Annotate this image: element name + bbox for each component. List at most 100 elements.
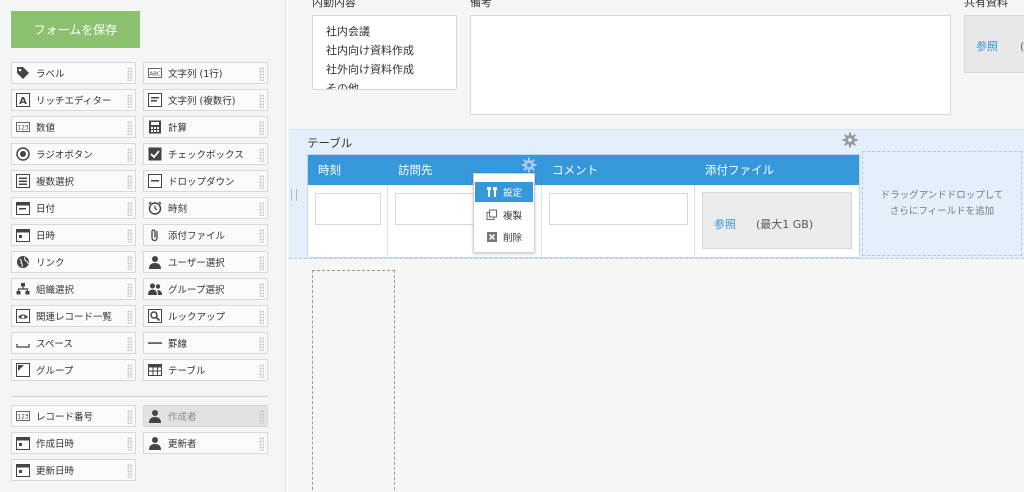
- drag-grip-icon: [259, 256, 264, 270]
- palette-item-multi-select[interactable]: 複数選択: [11, 170, 136, 192]
- naiyo-option[interactable]: 社外向け資料作成: [326, 60, 456, 79]
- naiyo-option[interactable]: 社内会議: [326, 22, 456, 41]
- drag-grip-icon: [259, 229, 264, 243]
- drag-grip-icon: [259, 121, 264, 135]
- naiyo-option[interactable]: その他: [326, 79, 456, 89]
- palette-item-label: 添付ファイル: [168, 231, 226, 242]
- jikoku-input[interactable]: [315, 193, 381, 225]
- palette-item-label: ラジオボタン: [36, 150, 93, 161]
- column-header-attachment[interactable]: 添付ファイル: [695, 155, 859, 185]
- palette-item-group[interactable]: グループ選択: [143, 278, 268, 300]
- palette-divider: [11, 396, 268, 397]
- tag-icon: [16, 66, 30, 80]
- palette-item-calculator[interactable]: 計算: [143, 116, 268, 138]
- palette-item-label: 計算: [168, 123, 188, 134]
- table-dropzone[interactable]: ドラッグアンドドロップして さらにフィールドを追加: [862, 151, 1022, 256]
- palette-item-label: 罫線: [168, 339, 188, 350]
- comment-input[interactable]: [549, 193, 688, 225]
- palette-item-label: 組織選択: [36, 285, 75, 296]
- palette-item-paperclip[interactable]: 添付ファイル: [143, 224, 268, 246]
- palette-item-radio[interactable]: ラジオボタン: [11, 143, 136, 165]
- palette-item-lookup[interactable]: ルックアップ: [143, 305, 268, 327]
- menu-item-label: 設定: [503, 188, 523, 199]
- palette-item-line[interactable]: 罫線: [143, 332, 268, 354]
- palette-item-space[interactable]: スペース: [11, 332, 136, 354]
- column-divider: [541, 185, 542, 257]
- table-field[interactable]: テーブル 時刻 訪問先 コメント 添付ファイル 参照 (最大1 GB) ドラッグ…: [289, 129, 1024, 259]
- palette-item-org[interactable]: 組織選択: [11, 278, 136, 300]
- palette-item-number-123[interactable]: 123 数値: [11, 116, 136, 138]
- menu-item-duplicate[interactable]: 複製: [475, 205, 533, 225]
- menu-item-settings[interactable]: 設定: [475, 182, 533, 202]
- multiline-text-icon: [148, 93, 162, 107]
- drag-grip-icon: [259, 437, 264, 451]
- drag-grip-icon: [127, 256, 132, 270]
- drag-grip-icon: [127, 310, 132, 324]
- menu-item-label: 削除: [503, 233, 523, 244]
- palette-item-user[interactable]: 更新者: [143, 432, 268, 454]
- drag-grip-icon: [127, 148, 132, 162]
- form-canvas: 内勤内容 社内会議 社内向け資料作成 社外向け資料作成 その他 備考 共有資料 …: [287, 0, 1024, 492]
- lookup-icon: [148, 309, 162, 323]
- drag-grip-icon: [127, 464, 132, 478]
- palette-item-rich-editor[interactable]: A リッチエディター: [11, 89, 136, 111]
- drag-grip-icon: [259, 67, 264, 81]
- palette-item-eye[interactable]: 関連レコード一覧: [11, 305, 136, 327]
- user-icon: [148, 436, 162, 450]
- palette-item-dropdown[interactable]: ドロップダウン: [143, 170, 268, 192]
- multi-select-icon: [16, 174, 30, 188]
- attachment-browse-link[interactable]: 参照: [714, 216, 736, 232]
- dropzone-text: さらにフィールドを追加: [889, 205, 995, 217]
- empty-drop-placeholder[interactable]: [312, 270, 395, 492]
- palette-item-label: ユーザー選択: [168, 258, 225, 269]
- attachment-cell: 参照 (最大1 GB): [702, 192, 852, 249]
- palette-item-group-field[interactable]: グループ: [11, 359, 136, 381]
- palette-item-datetime[interactable]: 日時: [11, 224, 136, 246]
- attachment-size-limit: (最大1 GB): [756, 218, 814, 231]
- palette-item-text-abc[interactable]: ABC 文字列 (1行): [143, 62, 268, 84]
- palette-item-table[interactable]: テーブル: [143, 359, 268, 381]
- palette-item-globe[interactable]: リンク: [11, 251, 136, 273]
- menu-item-delete[interactable]: 削除: [475, 227, 533, 247]
- palette-item-datetime[interactable]: 作成日時: [11, 432, 136, 454]
- tools-icon: [486, 186, 498, 198]
- table-gear-icon[interactable]: [842, 132, 858, 151]
- subtable: 時刻 訪問先 コメント 添付ファイル 参照 (最大1 GB): [307, 154, 860, 258]
- palette-item-tag[interactable]: ラベル: [11, 62, 136, 84]
- field-label-kyoyu: 共有資料: [964, 0, 1008, 9]
- palette-item-date[interactable]: 日付: [11, 197, 136, 219]
- palette-item-clock[interactable]: 時刻: [143, 197, 268, 219]
- drag-grip-icon: [127, 229, 132, 243]
- palette-item-label: 関連レコード一覧: [36, 312, 113, 323]
- rich-editor-icon: A: [16, 93, 30, 107]
- palette-item-label: 数値: [36, 123, 56, 134]
- naiyo-multiselect[interactable]: 社内会議 社内向け資料作成 社外向け資料作成 その他: [312, 15, 457, 90]
- save-form-button[interactable]: フォームを保存: [11, 11, 140, 48]
- column-header-comment[interactable]: コメント: [542, 155, 695, 185]
- palette-item-user[interactable]: 作成者: [143, 405, 268, 427]
- date-icon: [16, 201, 30, 215]
- drag-grip-icon: [259, 283, 264, 297]
- table-icon: [148, 363, 162, 377]
- palette-item-label: 時刻: [168, 204, 188, 215]
- drag-grip-icon: [259, 364, 264, 378]
- column-header-jikoku[interactable]: 時刻: [308, 155, 388, 185]
- palette-item-user[interactable]: ユーザー選択: [143, 251, 268, 273]
- drag-grip-icon: [127, 410, 132, 424]
- column-divider: [387, 185, 388, 257]
- palette-item-checkbox[interactable]: チェックボックス: [143, 143, 268, 165]
- palette-item-number-123[interactable]: 123 レコード番号: [11, 405, 136, 427]
- palette-item-label: テーブル: [168, 366, 206, 377]
- drag-handle-icon[interactable]: [291, 189, 297, 201]
- biko-textarea[interactable]: [470, 15, 951, 115]
- palette-item-label: ルックアップ: [168, 312, 226, 323]
- kyoyu-attachment-field: 参照 (最: [964, 15, 1024, 73]
- eye-icon: [16, 309, 30, 323]
- palette-item-label: リッチエディター: [36, 96, 112, 107]
- palette-item-label: 複数選択: [36, 177, 75, 188]
- palette-item-multiline-text[interactable]: 文字列 (複数行): [143, 89, 268, 111]
- kyoyu-browse-link[interactable]: 参照: [976, 38, 998, 54]
- palette-item-label: チェックボックス: [168, 150, 244, 161]
- palette-item-datetime[interactable]: 更新日時: [11, 459, 136, 481]
- naiyo-option[interactable]: 社内向け資料作成: [326, 41, 456, 60]
